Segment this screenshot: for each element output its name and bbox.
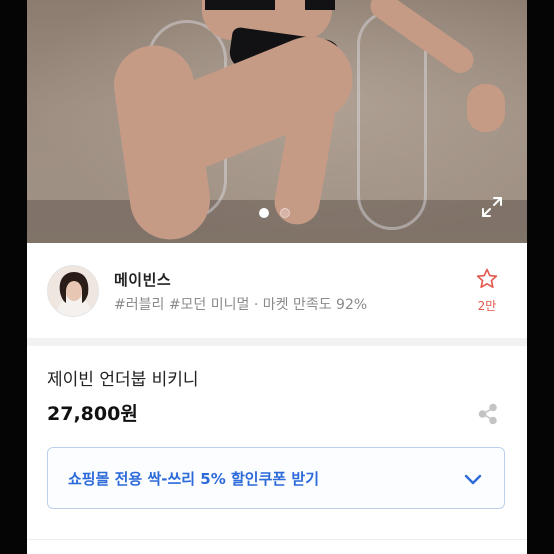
right-bezel [527, 0, 554, 554]
carousel-indicator [259, 208, 290, 218]
product-price: 27,800원 [47, 403, 138, 425]
avatar[interactable] [47, 265, 99, 317]
product-screen: 메이빈스 #러블리 #모던 미니멀 · 마켓 만족도 92% 2만 제이빈 언더… [27, 0, 527, 554]
carousel-dot-2[interactable] [280, 208, 290, 218]
favorite-button[interactable]: 2만 [469, 267, 505, 314]
seller-name[interactable]: 메이빈스 [114, 269, 171, 290]
chevron-down-icon[interactable] [462, 469, 484, 489]
product-info: 제이빈 언더붑 비키니 27,800원 쇼핑몰 전용 싹-쓰리 5% 할인쿠폰 … [27, 346, 527, 554]
coupon-banner[interactable]: 쇼핑몰 전용 싹-쓰리 5% 할인쿠폰 받기 [47, 447, 505, 509]
seller-row[interactable]: 메이빈스 #러블리 #모던 미니멀 · 마켓 만족도 92% 2만 [27, 243, 527, 338]
bottom-divider [27, 539, 527, 540]
expand-icon[interactable] [480, 195, 504, 219]
share-icon[interactable] [477, 403, 499, 425]
favorite-count: 2만 [477, 299, 497, 313]
product-photo[interactable] [27, 0, 527, 243]
carousel-dot-1[interactable] [259, 208, 269, 218]
star-outline-icon[interactable] [475, 268, 499, 295]
coupon-label[interactable]: 쇼핑몰 전용 싹-쓰리 5% 할인쿠폰 받기 [68, 468, 319, 489]
section-divider [27, 338, 527, 346]
seller-tags: #러블리 #모던 미니멀 · 마켓 만족도 92% [114, 297, 368, 313]
product-title: 제이빈 언더붑 비키니 [47, 370, 199, 390]
left-bezel [0, 0, 27, 554]
phone-frame: 메이빈스 #러블리 #모던 미니멀 · 마켓 만족도 92% 2만 제이빈 언더… [0, 0, 554, 554]
